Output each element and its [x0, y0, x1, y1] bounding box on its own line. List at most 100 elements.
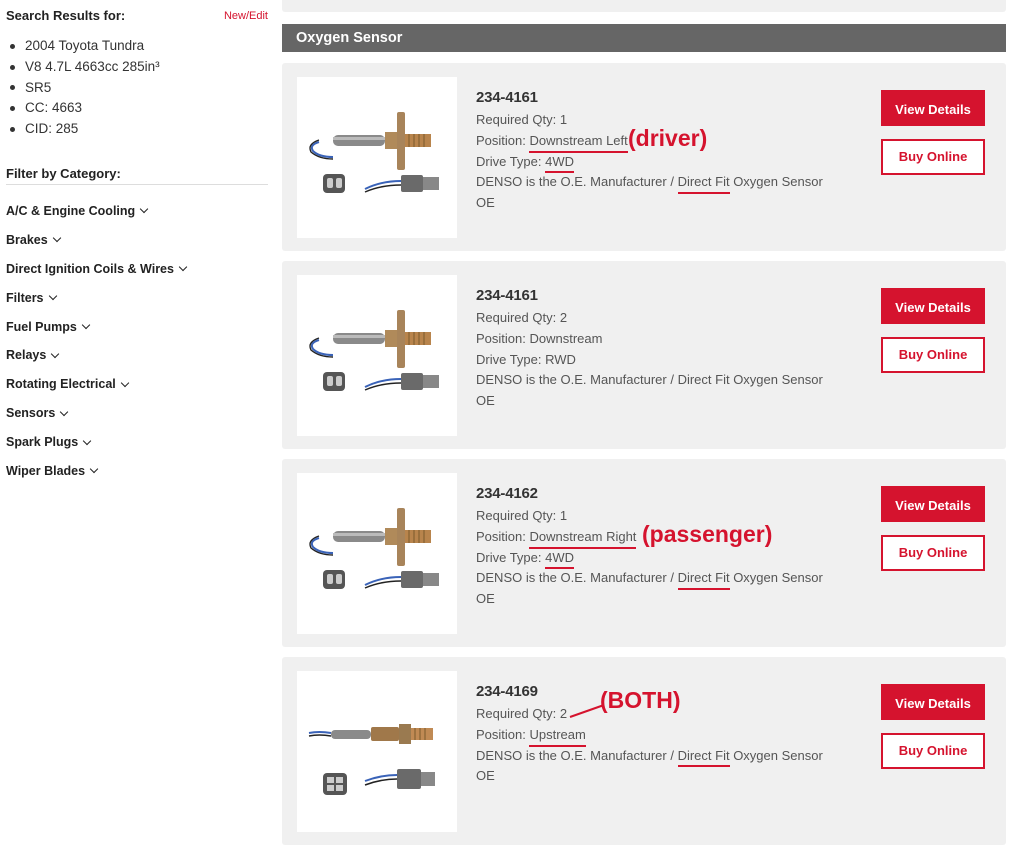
oxygen-sensor-image[interactable]	[297, 275, 457, 436]
description-text: DENSO is the O.E. Manufacturer /	[476, 747, 678, 763]
description-text: DENSO is the O.E. Manufacturer /	[476, 570, 678, 586]
sidebar: Search Results for: New/Edit 2004 Toyota…	[0, 0, 270, 486]
fit-type: Direct Fit	[677, 172, 730, 194]
buy-online-button[interactable]: Buy Online	[881, 733, 985, 769]
category-label: Filters	[6, 290, 44, 305]
required-qty: Required Qty: 2	[476, 310, 568, 325]
results-panel: Oxygen Sensor 234-4161 Required Qty: 1 P…	[282, 0, 1006, 854]
description-text: Oxygen Sensor	[729, 174, 823, 190]
chevron-down-icon	[89, 465, 99, 474]
product-actions: View Details Buy Online	[881, 684, 985, 769]
chevron-down-icon	[139, 205, 149, 214]
vehicle-detail-text: 2004 Toyota Tundra	[25, 38, 145, 53]
chevron-down-icon	[52, 234, 61, 243]
category-brakes[interactable]: Brakes	[6, 226, 270, 255]
category-ac-engine-cooling[interactable]: A/C & Engine Cooling	[6, 197, 270, 226]
chevron-down-icon	[48, 291, 57, 301]
category-filters[interactable]: Filters	[6, 284, 270, 313]
oxygen-sensor-image[interactable]	[297, 77, 457, 238]
category-label: Relays	[6, 348, 47, 363]
chevron-down-icon	[60, 407, 69, 416]
product-card: 234-4169 Required Qty: 2 Position: Upstr…	[282, 657, 1006, 845]
vehicle-details-list: 2004 Toyota Tundra V8 4.7L 4663cc 285in³…	[10, 36, 270, 140]
manufacturer-description: DENSO is the O.E. Manufacturer / Direct …	[476, 172, 823, 194]
oe-label: OE	[476, 393, 495, 409]
filter-by-category-title: Filter by Category:	[6, 166, 268, 185]
drive-type: Drive Type: RWD	[476, 350, 823, 371]
description-text: Oxygen Sensor	[729, 747, 823, 763]
category-label: A/C & Engine Cooling	[6, 203, 136, 218]
oxygen-sensor-flange-icon	[309, 112, 439, 193]
category-wiper-blades[interactable]: Wiper Blades	[6, 457, 270, 486]
view-details-button[interactable]: View Details	[881, 684, 985, 720]
vehicle-detail-item: CC: 4663	[10, 98, 270, 119]
category-label: Spark Plugs	[6, 435, 79, 450]
category-label: Fuel Pumps	[6, 319, 77, 334]
oxygen-sensor-flange-icon	[309, 508, 439, 589]
view-details-button[interactable]: View Details	[881, 288, 985, 324]
product-actions: View Details Buy Online	[881, 288, 985, 373]
oxygen-sensor-image[interactable]	[297, 473, 457, 634]
drive-type: Drive Type: 4WD	[476, 548, 823, 570]
new-edit-link[interactable]: New/Edit	[224, 10, 268, 22]
search-results-header: Search Results for: New/Edit	[0, 0, 270, 23]
category-rotating-electrical[interactable]: Rotating Electrical	[6, 370, 270, 399]
annotation-both: (BOTH)	[600, 687, 681, 713]
drive-type-label: Drive Type:	[476, 549, 546, 565]
product-list: 234-4161 Required Qty: 1 Position: Downs…	[282, 63, 1006, 845]
fit-type: Direct Fit	[677, 746, 730, 768]
view-details-button[interactable]: View Details	[881, 486, 985, 522]
view-details-button[interactable]: View Details	[881, 90, 985, 126]
description-text: DENSO is the O.E. Manufacturer /	[476, 174, 678, 190]
previous-section-card	[282, 0, 1006, 12]
category-relays[interactable]: Relays	[6, 341, 270, 370]
description-text: Oxygen Sensor	[729, 372, 823, 388]
category-label: Wiper Blades	[6, 464, 86, 478]
part-number: 234-4162	[476, 485, 538, 502]
position: Position: Upstream	[476, 725, 823, 747]
vehicle-detail-item: CID: 285	[10, 119, 270, 140]
oxygen-sensor-flange-icon	[309, 310, 439, 391]
bullet-icon	[10, 127, 15, 133]
chevron-down-icon	[178, 262, 188, 272]
description-text: Oxygen Sensor	[729, 570, 823, 586]
position-value: Downstream Left	[529, 131, 629, 153]
fit-type: Direct Fit	[677, 372, 730, 388]
bullet-icon	[10, 43, 15, 49]
drive-type-label: Drive Type:	[476, 351, 546, 367]
oe-label: OE	[476, 195, 495, 211]
product-card: 234-4161 Required Qty: 1 Position: Downs…	[282, 63, 1006, 251]
position-value: Upstream	[529, 725, 587, 747]
fit-type: Direct Fit	[677, 568, 730, 590]
category-spark-plugs[interactable]: Spark Plugs	[6, 428, 270, 457]
chevron-down-icon	[81, 320, 91, 330]
drive-type-label: Drive Type:	[476, 153, 546, 169]
drive-type-value: RWD	[545, 351, 576, 367]
chevron-down-icon	[51, 349, 60, 359]
product-card: 234-4162 Required Qty: 1 Position: Downs…	[282, 459, 1006, 647]
oxygen-sensor-image[interactable]	[297, 671, 457, 832]
manufacturer-description: DENSO is the O.E. Manufacturer / Direct …	[476, 568, 823, 590]
part-number: 234-4161	[476, 287, 538, 304]
search-results-title: Search Results for:	[6, 8, 126, 23]
annotation-driver: (driver)	[628, 125, 708, 151]
vehicle-detail-item: 2004 Toyota Tundra	[10, 36, 270, 57]
category-label: Rotating Electrical	[6, 377, 116, 392]
category-fuel-pumps[interactable]: Fuel Pumps	[6, 313, 270, 342]
manufacturer-description: DENSO is the O.E. Manufacturer / Direct …	[476, 746, 823, 768]
chevron-down-icon	[120, 378, 129, 388]
product-actions: View Details Buy Online	[881, 486, 985, 571]
category-label: Sensors	[6, 406, 56, 421]
position-label: Position:	[476, 132, 530, 148]
description-text: DENSO is the O.E. Manufacturer /	[476, 372, 678, 388]
buy-online-button[interactable]: Buy Online	[881, 535, 985, 571]
category-direct-ignition-coils-wires[interactable]: Direct Ignition Coils & Wires	[6, 255, 270, 284]
vehicle-detail-text: SR5	[25, 79, 52, 95]
vehicle-detail-text: V8 4.7L 4663cc 285in³	[25, 58, 160, 74]
vehicle-detail-item: V8 4.7L 4663cc 285in³	[10, 57, 270, 78]
drive-type-value: 4WD	[545, 152, 574, 174]
buy-online-button[interactable]: Buy Online	[881, 337, 985, 373]
category-sensors[interactable]: Sensors	[6, 399, 270, 428]
position-label: Position:	[476, 528, 530, 544]
buy-online-button[interactable]: Buy Online	[881, 139, 985, 175]
